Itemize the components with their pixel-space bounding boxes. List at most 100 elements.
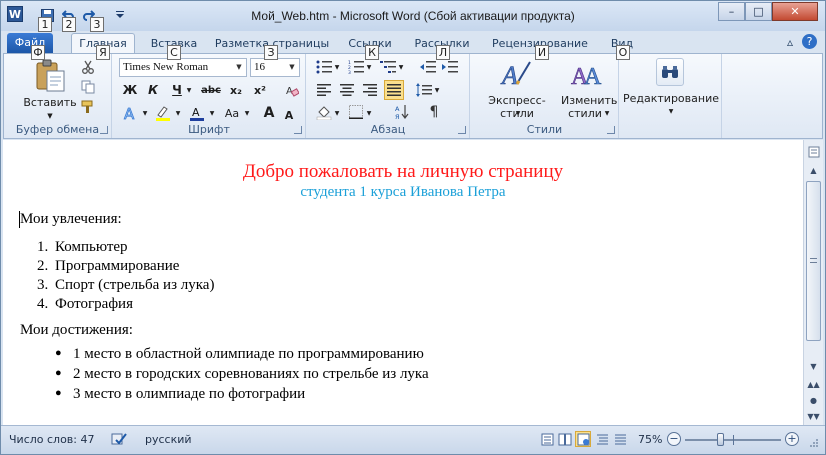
- svg-text:А: А: [395, 105, 400, 113]
- binoculars-icon[interactable]: [656, 58, 684, 86]
- multilevel-list-icon[interactable]: [379, 58, 397, 76]
- align-left-icon[interactable]: [315, 81, 333, 99]
- web-layout-icon[interactable]: [575, 431, 591, 447]
- highlight-dropdown-icon[interactable]: ▼: [174, 108, 182, 118]
- tab-file[interactable]: Файл: [7, 33, 53, 53]
- print-layout-icon[interactable]: [539, 431, 555, 447]
- text-effects-icon[interactable]: A: [121, 103, 141, 123]
- zoom-level[interactable]: 75%: [638, 433, 662, 446]
- bold-button[interactable]: Ж: [121, 81, 139, 99]
- zoom-out-icon[interactable]: −: [667, 432, 681, 446]
- help-icon[interactable]: ?: [802, 34, 817, 49]
- minimize-button[interactable]: –: [718, 2, 745, 21]
- paragraph-launcher-icon[interactable]: [458, 126, 466, 134]
- thumb-grip-icon: [810, 258, 817, 263]
- change-case-button[interactable]: Aa: [221, 103, 243, 123]
- copy-icon[interactable]: [78, 78, 98, 96]
- outline-view-icon[interactable]: [594, 431, 610, 447]
- quick-styles-icon[interactable]: A: [499, 57, 533, 91]
- change-styles-label-1[interactable]: Изменить: [561, 94, 617, 107]
- group-font: Times New Roman ▼ 16 ▼ Ж К Ч ▼ abc x₂ x²…: [113, 54, 306, 138]
- multilevel-dropdown-icon[interactable]: ▼: [397, 62, 405, 72]
- grow-font-button[interactable]: A: [261, 103, 277, 123]
- paste-icon[interactable]: [32, 58, 68, 94]
- decrease-indent-icon[interactable]: [419, 58, 437, 76]
- zoom-in-icon[interactable]: +: [785, 432, 799, 446]
- quick-styles-dropdown-icon[interactable]: ▼: [513, 109, 523, 117]
- line-spacing-dropdown-icon[interactable]: ▼: [433, 85, 441, 95]
- change-styles-dropdown-icon[interactable]: ▼: [602, 109, 612, 117]
- proofing-icon[interactable]: [111, 431, 127, 447]
- svg-text:A: A: [192, 106, 200, 119]
- bullet-icon: ●: [55, 367, 62, 379]
- line-spacing-icon[interactable]: [415, 81, 433, 99]
- language[interactable]: русский: [145, 433, 192, 446]
- shading-icon[interactable]: [315, 103, 333, 121]
- sort-icon[interactable]: АЯ: [393, 103, 411, 121]
- change-case-dropdown-icon[interactable]: ▼: [243, 108, 251, 118]
- change-styles-label-2[interactable]: стили: [563, 107, 607, 120]
- word-count[interactable]: Число слов: 47: [9, 433, 95, 446]
- close-button[interactable]: ✕: [772, 2, 818, 21]
- font-color-icon[interactable]: A: [187, 103, 207, 123]
- text-effects-dropdown-icon[interactable]: ▼: [141, 108, 149, 118]
- zoom-slider-thumb[interactable]: [716, 433, 724, 446]
- increase-indent-icon[interactable]: [441, 58, 459, 76]
- vertical-scrollbar[interactable]: ▲ ▼ ▲▲ ● ▼▼: [803, 140, 823, 425]
- numbering-dropdown-icon[interactable]: ▼: [365, 62, 373, 72]
- format-painter-icon[interactable]: [78, 98, 98, 116]
- clipboard-launcher-icon[interactable]: [100, 126, 108, 134]
- bullets-icon[interactable]: [315, 58, 333, 76]
- document-area[interactable]: Добро пожаловать на личную страницу студ…: [3, 140, 803, 425]
- subscript-button[interactable]: x₂: [226, 81, 246, 99]
- resize-grip-icon[interactable]: [809, 438, 819, 448]
- next-page-icon[interactable]: ▼▼: [805, 408, 822, 424]
- align-right-icon[interactable]: [361, 81, 379, 99]
- editing-dropdown-icon[interactable]: ▼: [666, 107, 676, 115]
- italic-button[interactable]: К: [144, 81, 162, 99]
- paste-dropdown-icon[interactable]: ▼: [44, 112, 56, 120]
- align-center-icon[interactable]: [338, 81, 356, 99]
- strikethrough-button[interactable]: abc: [199, 81, 223, 99]
- paste-label[interactable]: Вставить: [20, 96, 80, 109]
- group-label-font: Шрифт: [188, 123, 230, 136]
- font-launcher-icon[interactable]: [294, 126, 302, 134]
- justify-icon[interactable]: [384, 80, 404, 100]
- full-screen-reading-icon[interactable]: [557, 431, 573, 447]
- previous-page-icon[interactable]: ▲▲: [805, 376, 822, 392]
- scroll-up-icon[interactable]: ▲: [805, 162, 822, 178]
- underline-button[interactable]: Ч: [168, 81, 186, 99]
- editing-label[interactable]: Редактирование: [622, 92, 720, 105]
- maximize-button[interactable]: □: [745, 2, 772, 21]
- shrink-font-button[interactable]: A: [281, 105, 297, 125]
- bullets-dropdown-icon[interactable]: ▼: [333, 62, 341, 72]
- show-formatting-icon[interactable]: ¶: [425, 103, 443, 121]
- font-size-combo[interactable]: 16 ▼: [250, 58, 300, 77]
- numbering-icon[interactable]: 123: [347, 58, 365, 76]
- change-styles-icon[interactable]: AA: [569, 57, 603, 91]
- underline-dropdown-icon[interactable]: ▼: [185, 85, 193, 95]
- keytip-insert: С: [167, 45, 181, 60]
- shading-dropdown-icon[interactable]: ▼: [333, 108, 341, 118]
- ruler-toggle-icon[interactable]: [805, 144, 822, 160]
- zoom-slider-track[interactable]: [685, 433, 781, 446]
- ribbon: Вставить ▼ Буфер обмена Times New Roman …: [3, 53, 823, 139]
- scrollbar-thumb[interactable]: [806, 181, 821, 341]
- borders-dropdown-icon[interactable]: ▼: [365, 108, 373, 118]
- minimize-ribbon-icon[interactable]: ▵: [787, 35, 793, 49]
- highlight-icon[interactable]: [153, 103, 173, 123]
- cut-icon[interactable]: [78, 58, 98, 76]
- styles-launcher-icon[interactable]: [607, 126, 615, 134]
- browse-object-icon[interactable]: ●: [805, 392, 822, 408]
- scroll-down-icon[interactable]: ▼: [805, 358, 822, 374]
- font-family-dropdown-icon[interactable]: ▼: [233, 59, 245, 76]
- font-family-combo[interactable]: Times New Roman ▼: [119, 58, 247, 77]
- draft-view-icon[interactable]: [612, 431, 628, 447]
- clear-formatting-icon[interactable]: A: [283, 81, 301, 99]
- superscript-button[interactable]: x²: [250, 81, 270, 99]
- font-size-dropdown-icon[interactable]: ▼: [286, 59, 298, 76]
- borders-icon[interactable]: [347, 103, 365, 121]
- list-item: Спорт (стрельба из лука): [55, 277, 215, 293]
- font-color-dropdown-icon[interactable]: ▼: [208, 108, 216, 118]
- group-paragraph: ▼ 123 ▼ ▼ ▼ ▼ ▼ А Я ¶ Абзац: [307, 54, 470, 138]
